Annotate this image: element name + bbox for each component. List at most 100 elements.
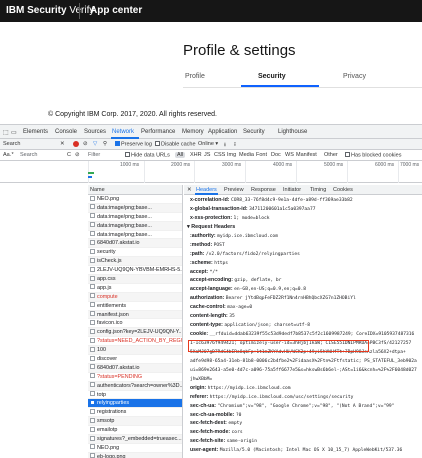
timeline-bar-download [88, 176, 92, 178]
app-center-link[interactable]: App center [90, 5, 142, 16]
request-row[interactable]: 2LEJV-UQ9QN-YBVBM-EMRHS-5... [88, 266, 182, 276]
inspect-icon[interactable]: ⬚ [3, 129, 9, 136]
brand-logo[interactable]: IBM Security Verify [6, 5, 94, 16]
request-list-header[interactable]: Name [88, 185, 182, 195]
search-label[interactable]: Search [3, 141, 20, 147]
request-row[interactable]: NEO.png [88, 195, 182, 204]
blocked-cookies-checkbox[interactable]: Has blocked cookies [345, 152, 401, 159]
filter-type-all[interactable]: All [175, 152, 186, 158]
disable-cache-checkbox[interactable]: Disable cache [155, 141, 196, 148]
tab-console[interactable]: Console [55, 129, 77, 135]
request-row[interactable]: data:image/png;base... [88, 231, 182, 240]
tab-lighthouse[interactable]: Lighthouse [278, 129, 307, 135]
filter-icon[interactable]: ▽ [93, 141, 97, 147]
devtools-tab-bar: ⬚ ▭ Elements Console Sources Network Per… [0, 125, 422, 139]
import-har-icon[interactable]: ⭳ [224, 141, 226, 150]
request-row[interactable]: 100 [88, 346, 182, 356]
request-row[interactable]: emailotp [88, 426, 182, 436]
request-row[interactable]: 6840d07.akstat.io [88, 239, 182, 249]
request-name: discover [97, 356, 118, 363]
request-row[interactable]: compute [88, 292, 182, 302]
regex-toggle[interactable]: .* [10, 152, 14, 158]
tab-application[interactable]: Application [208, 129, 237, 135]
request-row[interactable]: app.css [88, 275, 182, 284]
tab-privacy[interactable]: Privacy [343, 73, 366, 80]
tab-sources[interactable]: Sources [84, 129, 106, 135]
close-details-icon[interactable]: ✕ [187, 187, 192, 193]
request-row[interactable]: app.js [88, 284, 182, 293]
request-row[interactable]: data:image/png;base... [88, 221, 182, 231]
file-icon [90, 257, 95, 263]
tab-performance[interactable]: Performance [141, 129, 175, 135]
tab-security[interactable]: Security [258, 73, 286, 80]
match-case-toggle[interactable]: Aa [3, 152, 10, 158]
clear-icon[interactable]: ⊘ [83, 141, 88, 147]
close-search-icon[interactable]: ✕ [60, 141, 65, 147]
header-row: sec-fetch-mode: cors [184, 428, 422, 437]
filter-input[interactable]: Filter [88, 152, 100, 158]
request-row[interactable]: eb-logo.png [88, 452, 182, 458]
details-tab-cookies[interactable]: Cookies [333, 187, 353, 193]
header-value: /v2.0/factors/fido2/relyingparties [205, 251, 300, 257]
record-icon[interactable] [73, 141, 79, 147]
throttle-select[interactable]: Online ▾ [198, 141, 218, 147]
device-toolbar-icon[interactable]: ▭ [11, 129, 17, 136]
refresh-search-icon[interactable]: C [67, 152, 71, 158]
details-tab-preview[interactable]: Preview [224, 187, 244, 193]
details-tab-initiator[interactable]: Initiator [283, 187, 301, 193]
filter-type-js[interactable]: JS [204, 152, 210, 158]
request-row[interactable]: signatures?_embedded=trueasec... [88, 435, 182, 444]
header-row: accept-language: en-GB,en-US;q=0.9,en;q=… [184, 285, 422, 294]
request-row[interactable]: security [88, 248, 182, 258]
tab-profile[interactable]: Profile [185, 73, 205, 80]
request-row[interactable]: data:image/png;base... [88, 203, 182, 213]
filter-type-other[interactable]: Other [324, 152, 338, 158]
request-name: NEO.png [97, 444, 120, 451]
tab-network[interactable]: Network [112, 129, 134, 135]
header-value: ui=869e2643-a5e0-4d7c-a096-75a5ff6677e5&… [190, 367, 417, 373]
request-row[interactable]: config.json?key=2LEJV-UQ9QN-Y... [88, 328, 182, 338]
export-har-icon[interactable]: ⭱ [234, 141, 236, 150]
request-row[interactable]: relyingparties [88, 399, 182, 409]
preserve-log-checkbox[interactable]: Preserve log [115, 141, 152, 148]
tab-memory[interactable]: Memory [182, 129, 204, 135]
header-key: sec-fetch-mode: [190, 429, 231, 436]
header-row: accept-encoding: gzip, deflate, br [184, 276, 422, 285]
tab-security-devtools[interactable]: Security [243, 129, 265, 135]
filter-type-img[interactable]: Img [227, 152, 236, 158]
filter-type-manifest[interactable]: Manifest [296, 152, 317, 158]
request-row[interactable]: isCheck.js [88, 257, 182, 267]
request-row[interactable]: discover [88, 355, 182, 364]
request-row[interactable]: data:image/png;base... [88, 213, 182, 222]
header-row: user-agent: Mozilla/5.0 (Macintosh; Inte… [184, 446, 422, 455]
search-network-icon[interactable]: ⚲ [103, 141, 107, 147]
filter-type-media[interactable]: Media [239, 152, 254, 158]
request-row[interactable]: NEO.png [88, 444, 182, 453]
request-row[interactable]: 6840d07.akstat.io [88, 363, 182, 373]
request-row[interactable]: manifest.json [88, 310, 182, 320]
request-row[interactable]: ?status=PENDING [88, 373, 182, 382]
tab-elements[interactable]: Elements [23, 129, 48, 135]
request-row[interactable]: authenticators?search=owner%3D... [88, 381, 182, 391]
filter-type-doc[interactable]: Doc [271, 152, 281, 158]
file-icon [90, 426, 95, 432]
filter-type-xhr[interactable]: XHR [190, 152, 202, 158]
clear-search-icon[interactable]: ⊘ [75, 152, 80, 158]
details-tab-timing[interactable]: Timing [310, 187, 326, 193]
request-row[interactable]: smsotp [88, 417, 182, 427]
search-input[interactable]: Search [20, 152, 37, 158]
header-row: ui=869e2643-a5e0-4d7c-a096-75a5ff6677e5&… [184, 366, 422, 375]
filter-type-css[interactable]: CSS [214, 152, 225, 158]
request-row[interactable]: favicon.ico [88, 319, 182, 329]
filter-type-font[interactable]: Font [256, 152, 267, 158]
request-headers-section[interactable]: ▾ Request Headers [184, 223, 422, 232]
request-row[interactable]: entitlements [88, 302, 182, 311]
request-row[interactable]: ?status=NEED_ACTION_BY_REGU... [88, 337, 182, 347]
network-timeline[interactable]: 1000 ms 2000 ms 3000 ms 4000 ms 5000 ms … [0, 161, 422, 183]
request-row[interactable]: registrations [88, 408, 182, 418]
hide-data-urls-checkbox[interactable]: Hide data URLs [125, 152, 170, 159]
details-tab-response[interactable]: Response [251, 187, 276, 193]
file-icon [90, 399, 95, 405]
request-row[interactable]: totp [88, 391, 182, 400]
filter-type-ws[interactable]: WS [285, 152, 294, 158]
